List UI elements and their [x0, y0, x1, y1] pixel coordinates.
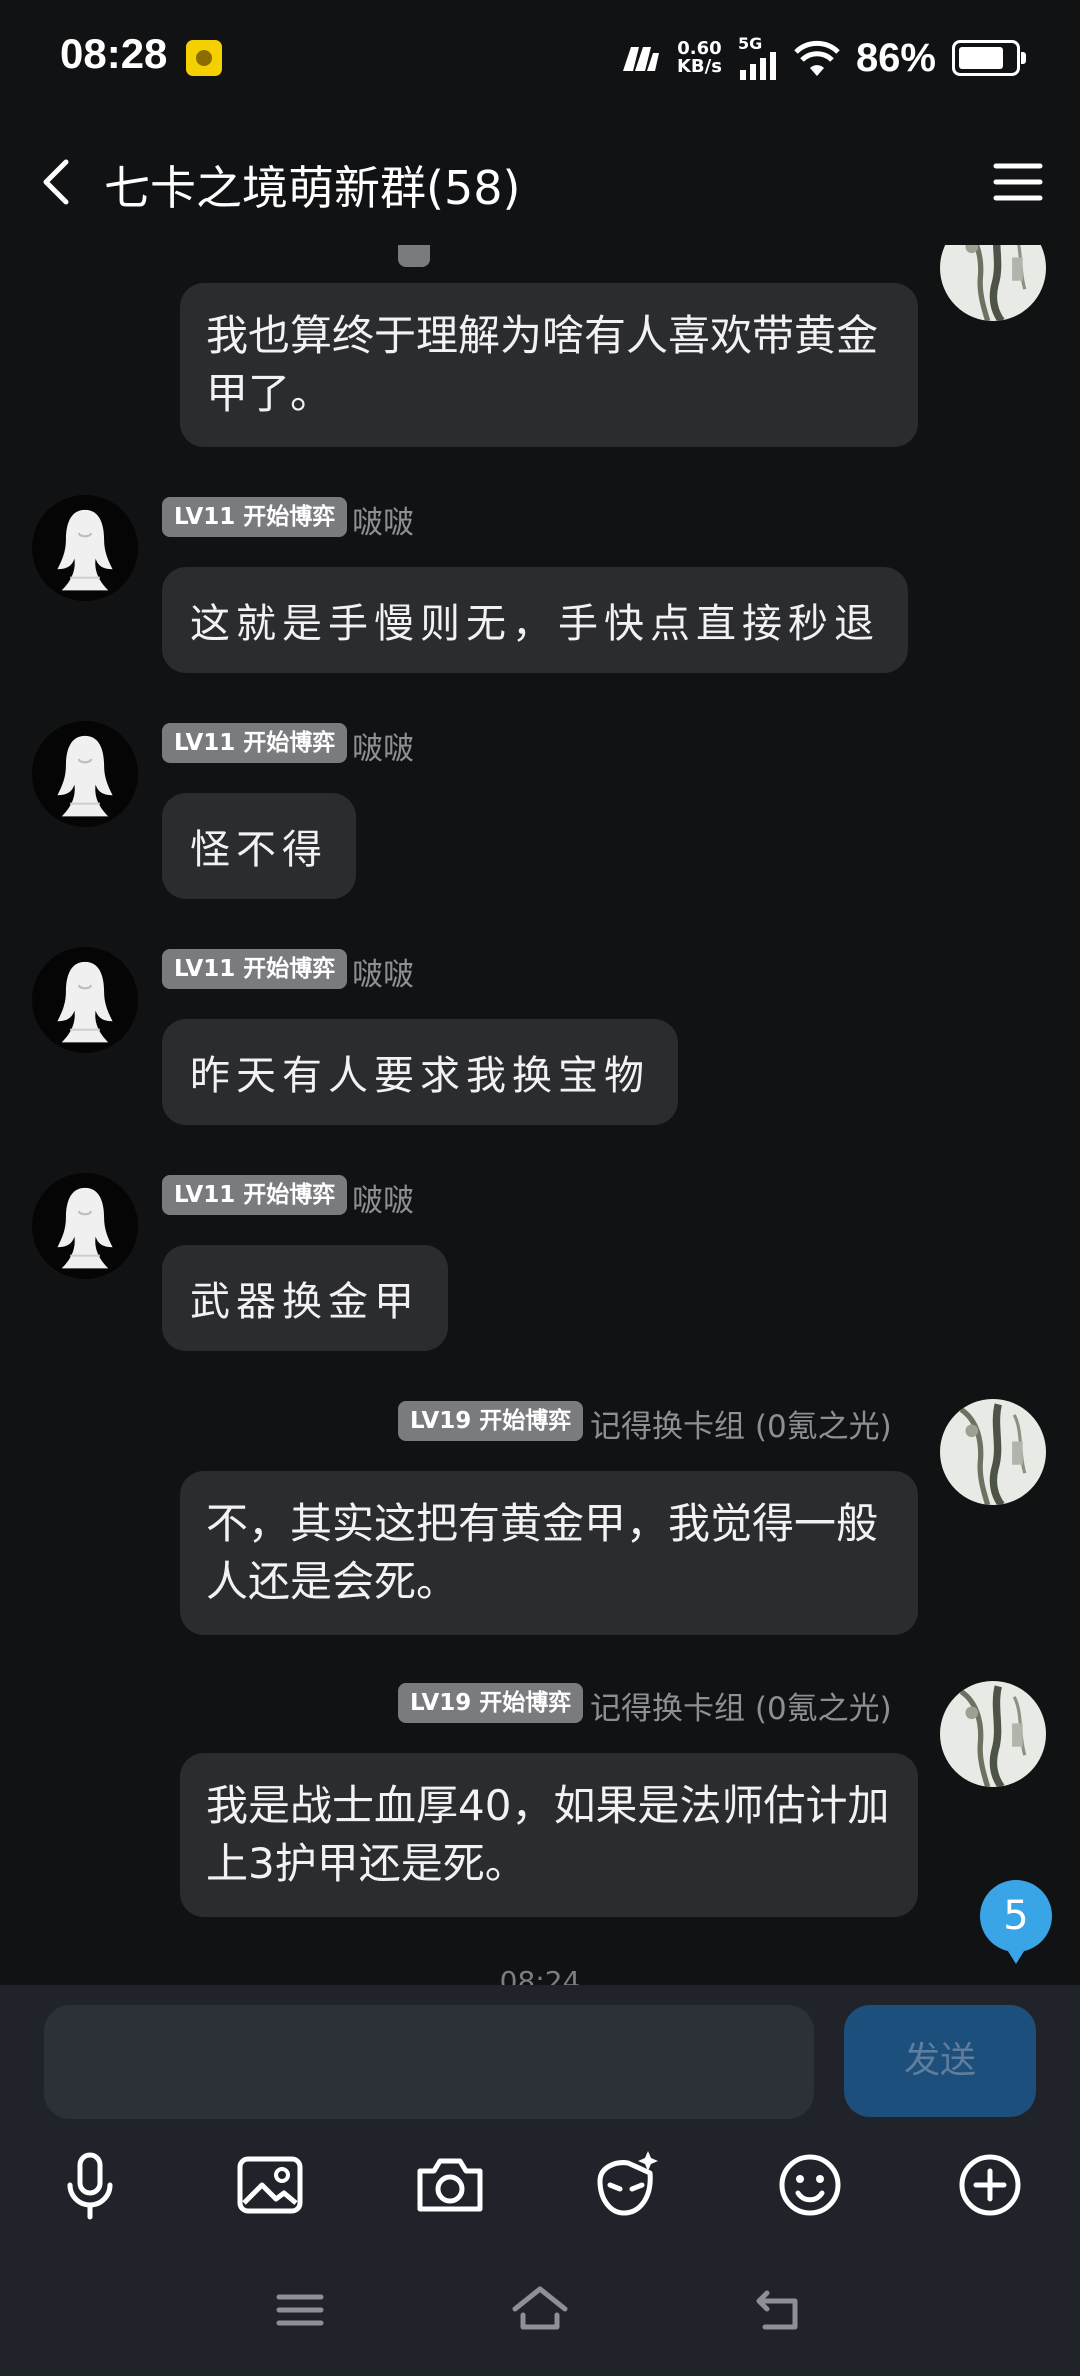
status-time: 08:28	[60, 30, 168, 77]
level-badge: LV11 开始博弈	[162, 723, 348, 763]
back-arrow-icon[interactable]	[28, 150, 88, 214]
group-title[interactable]: 七卡之境萌新群(58)	[104, 152, 520, 218]
user-avatar[interactable]	[940, 245, 1046, 321]
message-bubble[interactable]: 不，其实这把有黄金甲，我觉得一般人还是会死。	[180, 1471, 918, 1635]
system-nav-bar	[0, 2245, 1080, 2376]
recent-apps-icon[interactable]	[265, 2275, 335, 2345]
magic-face-icon[interactable]	[586, 2145, 666, 2225]
back-icon[interactable]	[745, 2275, 815, 2345]
menu-icon[interactable]	[986, 150, 1050, 214]
member-nickname[interactable]: 啵啵	[352, 723, 414, 768]
wifi-icon	[794, 40, 840, 76]
sender-nickname[interactable]: 记得换卡组 (0氪之光)	[590, 1401, 892, 1446]
input-toolbar	[0, 2135, 1080, 2245]
member-avatar[interactable]	[32, 721, 138, 827]
member-nickname[interactable]: 啵啵	[352, 949, 414, 994]
message-timestamp: 08:24	[499, 1965, 581, 1985]
plus-icon[interactable]	[950, 2145, 1030, 2225]
signal-logo-icon	[622, 47, 659, 71]
message-bubble[interactable]: 这就是手慢则无，手快点直接秒退	[162, 567, 908, 673]
image-icon[interactable]	[230, 2145, 310, 2225]
cellular-signal-icon: 5G	[738, 34, 778, 80]
level-badge: LV19 开始博弈	[398, 1683, 584, 1723]
member-nickname[interactable]: 啵啵	[352, 1175, 414, 1220]
member-nickname[interactable]: 啵啵	[352, 497, 414, 542]
level-badge	[398, 245, 431, 267]
message-input[interactable]	[44, 2005, 814, 2119]
chat-message-list[interactable]: 我也算终于理解为啥有人喜欢带黄金甲了。 LV11 开始博弈 啵啵 这就是手慢则无…	[0, 245, 1080, 1985]
message-bubble[interactable]: 我是战士血厚40，如果是法师估计加上3护甲还是死。	[180, 1753, 918, 1917]
message-input-area: 发送	[0, 1985, 1080, 2245]
level-badge: LV11 开始博弈	[162, 497, 348, 537]
status-indicators: 0.60 KB/s 5G 86%	[619, 28, 1026, 88]
emoji-icon[interactable]	[770, 2145, 850, 2225]
microphone-icon[interactable]	[50, 2145, 130, 2225]
chat-header: 七卡之境萌新群(58)	[0, 120, 1080, 245]
message-bubble[interactable]: 昨天有人要求我换宝物	[162, 1019, 678, 1125]
user-avatar[interactable]	[940, 1681, 1046, 1787]
network-speed: 0.60 KB/s	[676, 38, 722, 77]
send-button[interactable]: 发送	[844, 2005, 1036, 2117]
status-bar: 08:28 0.60 KB/s 5G 86%	[0, 0, 1080, 120]
home-icon[interactable]	[505, 2275, 575, 2345]
member-avatar[interactable]	[32, 495, 138, 601]
unread-count-badge[interactable]: 5	[980, 1880, 1052, 1964]
camera-icon[interactable]	[410, 2145, 490, 2225]
app-notification-icon	[186, 40, 222, 76]
battery-icon	[952, 40, 1026, 76]
sender-nickname[interactable]: 记得换卡组 (0氪之光)	[590, 1683, 892, 1728]
message-bubble[interactable]: 我也算终于理解为啥有人喜欢带黄金甲了。	[180, 283, 918, 447]
message-bubble[interactable]: 武器换金甲	[162, 1245, 448, 1351]
level-badge: LV19 开始博弈	[398, 1401, 584, 1441]
member-avatar[interactable]	[32, 1173, 138, 1279]
level-badge: LV11 开始博弈	[162, 1175, 348, 1215]
level-badge: LV11 开始博弈	[162, 949, 348, 989]
battery-percent: 86%	[855, 35, 936, 80]
member-avatar[interactable]	[32, 947, 138, 1053]
message-bubble[interactable]: 怪不得	[162, 793, 356, 899]
user-avatar[interactable]	[940, 1399, 1046, 1505]
